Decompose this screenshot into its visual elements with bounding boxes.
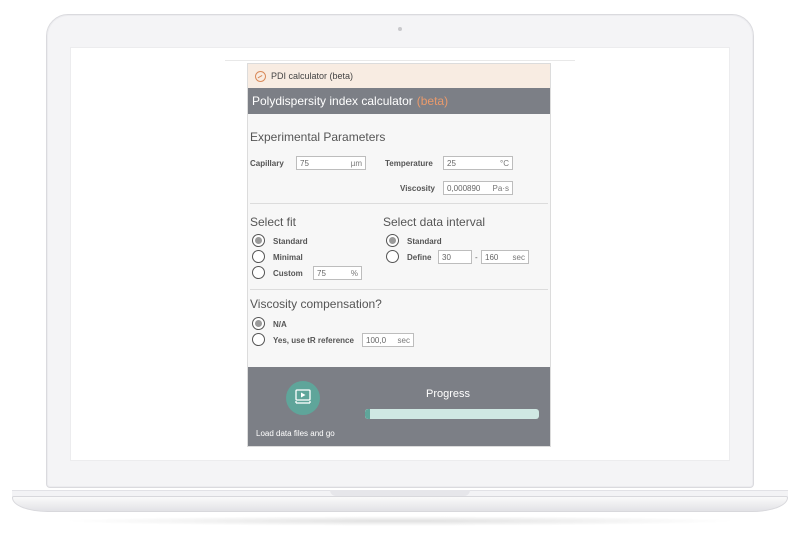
interval-unit: sec [512,252,525,262]
viscosity-value: 0,000890 [447,183,481,193]
capillary-value: 75 [300,158,309,168]
fit-custom-label: Custom [273,269,303,278]
window-title: PDI calculator (beta) [271,71,354,81]
app-header: Polydispersity index calculator (beta) [248,88,550,114]
fit-minimal-radio[interactable] [252,250,265,263]
temperature-label: Temperature [385,159,433,168]
laptop-shadow [60,516,740,526]
experimental-parameters-title: Experimental Parameters [250,130,386,144]
temperature-field[interactable]: 25 °C [443,156,513,170]
beta-badge: (beta) [416,94,449,108]
capillary-field[interactable]: 75 µm [296,156,366,170]
laptop-notch [330,490,470,496]
interval-standard-radio[interactable] [386,234,399,247]
interval-from-value: 30 [442,252,451,262]
custom-fit-value: 75 [317,268,326,278]
viscosity-label: Viscosity [400,184,435,193]
window-titlebar: PDI calculator (beta) [248,64,550,88]
action-footer: Load data files and go Progress [248,367,550,446]
interval-to-field[interactable]: 160 sec [481,250,529,264]
capillary-unit: µm [350,158,362,168]
interval-standard-label: Standard [407,237,442,246]
fit-standard-radio[interactable] [252,234,265,247]
load-and-go-label: Load data files and go [256,429,335,438]
pdi-calculator-window: PDI calculator (beta) Polydispersity ind… [247,63,551,447]
custom-fit-field[interactable]: 75 % [313,266,362,280]
progress-bar [365,409,539,419]
reference-time-value: 100,0 [366,335,387,345]
fit-custom-radio[interactable] [252,266,265,279]
reference-time-field[interactable]: 100,0 sec [362,333,414,347]
custom-fit-unit: % [350,268,358,278]
reference-time-unit: sec [397,335,410,345]
select-fit-title: Select fit [250,215,297,229]
capillary-label: Capillary [250,159,284,168]
viscosity-field[interactable]: 0,000890 Pa·s [443,181,513,195]
fit-standard-label: Standard [273,237,308,246]
select-data-interval-title: Select data interval [383,215,486,229]
header-title: Polydispersity index calculator [252,94,413,108]
interval-from-field[interactable]: 30 [438,250,472,264]
interval-define-radio[interactable] [386,250,399,263]
viscosity-compensation-title: Viscosity compensation? [250,297,382,311]
interval-define-label: Define [407,253,432,262]
viscosity-unit: Pa·s [492,183,509,193]
viscosity-na-radio[interactable] [252,317,265,330]
viscosity-reference-radio[interactable] [252,333,265,346]
pdi-logo-icon [255,70,266,82]
interval-separator: - [475,253,478,262]
load-and-go-button[interactable] [286,381,320,415]
progress-title: Progress [426,388,471,400]
load-and-go-icon [295,389,311,404]
laptop-base [12,496,788,512]
temperature-unit: °C [500,158,509,168]
laptop-camera [398,27,402,31]
viscosity-na-label: N/A [273,320,287,329]
progress-cap [365,409,370,419]
viscosity-reference-label: Yes, use tR reference [273,336,354,345]
section-divider [250,203,548,204]
temperature-value: 25 [447,158,456,168]
interval-to-value: 160 [485,252,499,262]
fit-minimal-label: Minimal [273,253,303,262]
section-divider [250,289,548,290]
browser-top-line [225,60,575,61]
